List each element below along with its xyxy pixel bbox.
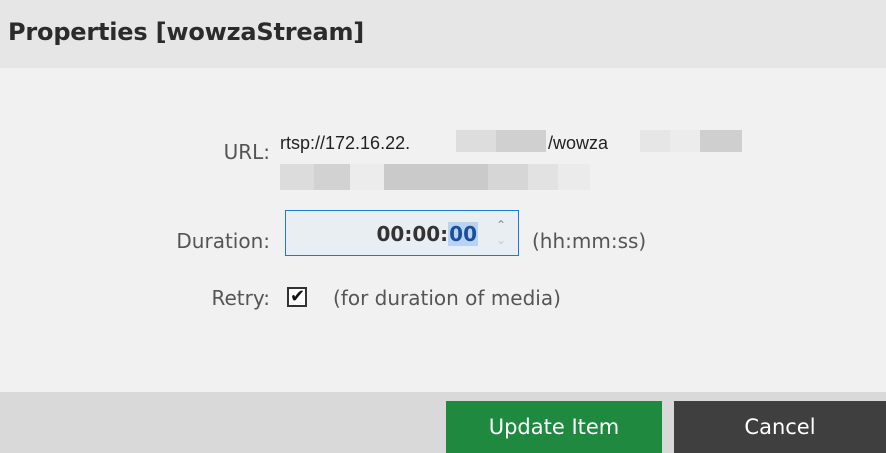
dialog-title: Properties [wowzaStream]: [8, 18, 365, 46]
dialog-titlebar: Properties [wowzaStream]: [0, 0, 886, 68]
redacted-block: [528, 164, 558, 190]
redacted-block: [314, 164, 350, 190]
duration-value[interactable]: 00:00:00: [376, 222, 478, 246]
url-prefix-text: rtsp://172.16.22.: [280, 133, 411, 153]
redacted-block: [640, 130, 670, 152]
retry-hint: (for duration of media): [333, 286, 561, 310]
redacted-block: [488, 164, 528, 190]
update-item-button[interactable]: Update Item: [446, 401, 662, 453]
url-middle-text: /wowza: [548, 133, 609, 153]
checkmark-icon: ✔: [290, 286, 306, 307]
duration-format-hint: (hh:mm:ss): [532, 229, 647, 253]
spinner-down-icon[interactable]: ⌄: [494, 234, 508, 246]
redacted-block: [670, 130, 700, 152]
duration-seconds-selected[interactable]: 00: [448, 222, 478, 246]
redacted-block: [456, 130, 496, 152]
cancel-button[interactable]: Cancel: [674, 401, 886, 453]
redacted-block: [280, 164, 314, 190]
duration-input[interactable]: 00:00:00 ⌃ ⌄: [285, 210, 519, 256]
redacted-block: [350, 164, 384, 190]
spinner-up-icon[interactable]: ⌃: [494, 219, 508, 231]
url-label: URL:: [223, 140, 270, 164]
duration-spinner[interactable]: ⌃ ⌄: [494, 219, 508, 247]
redacted-block: [496, 130, 546, 152]
redacted-block: [384, 164, 488, 190]
retry-label: Retry:: [211, 286, 271, 310]
duration-hhmm: 00:00:: [376, 222, 449, 246]
redacted-block: [558, 164, 590, 190]
duration-label: Duration:: [176, 229, 270, 253]
retry-checkbox[interactable]: ✔: [287, 286, 307, 307]
properties-dialog: Properties [wowzaStream] URL: rtsp://172…: [0, 0, 886, 453]
redacted-block: [700, 130, 742, 152]
